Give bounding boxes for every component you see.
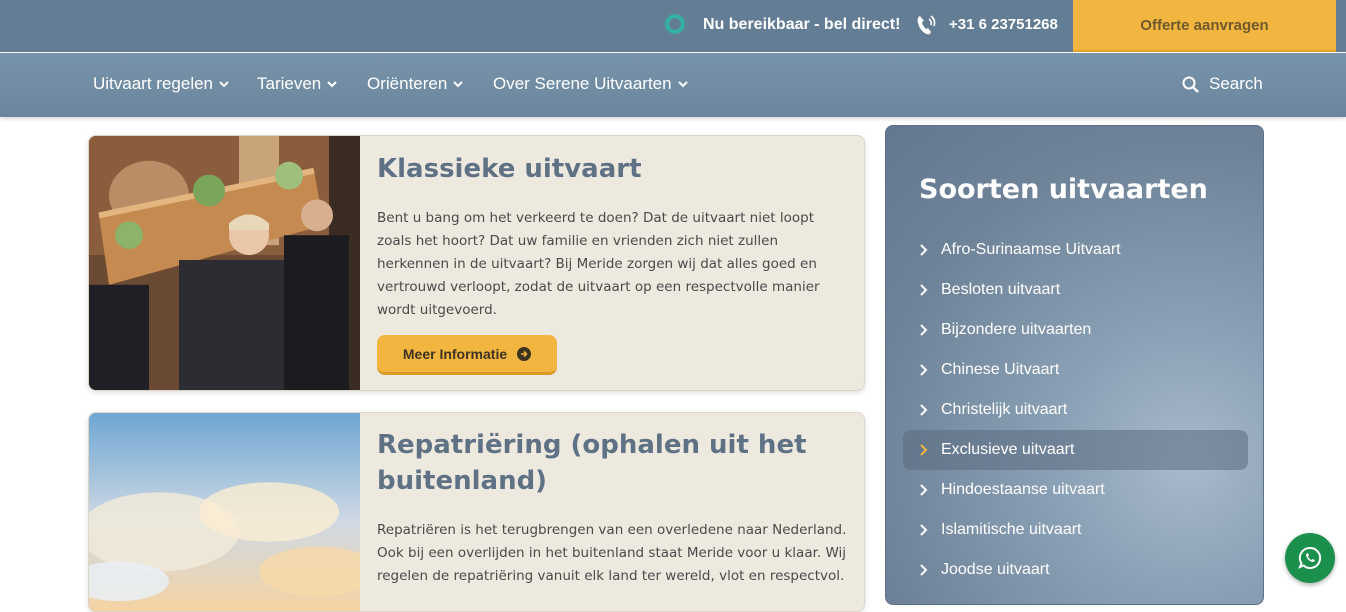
sidebar-item-besloten[interactable]: Besloten uitvaart: [903, 270, 1248, 310]
sidebar-item-islamitische[interactable]: Islamitische uitvaart: [903, 510, 1248, 550]
chevron-right-icon: [920, 404, 928, 416]
nav-item-label: Tarieven: [257, 74, 322, 93]
sky-photo: [89, 413, 360, 611]
nav-item-orienteren[interactable]: Oriënteren: [367, 74, 464, 94]
chevron-down-icon: [453, 81, 464, 88]
sidebar-list: Afro-Surinaamse Uitvaart Besloten uitvaa…: [903, 230, 1248, 590]
sidebar-item-label: Afro-Surinaamse Uitvaart: [941, 241, 1121, 258]
sidebar-item-label: Exclusieve uitvaart: [941, 441, 1075, 458]
sidebar-item-joodse[interactable]: Joodse uitvaart: [903, 550, 1248, 590]
nav-item-label: Over Serene Uitvaarten: [493, 74, 672, 93]
funeral-photo: [89, 136, 360, 390]
card-title-line-1: Repatriëring (ophalen uit het: [377, 430, 807, 460]
sidebar-item-label: Bijzondere uitvaarten: [941, 321, 1092, 338]
chevron-down-icon: [327, 81, 337, 88]
sidebar-item-label: Besloten uitvaart: [941, 281, 1061, 298]
sidebar-item-label: Chinese Uitvaart: [941, 361, 1060, 378]
search-label: Search: [1209, 74, 1263, 93]
sidebar-item-label: Joodse uitvaart: [941, 561, 1050, 578]
chevron-right-icon: [920, 324, 928, 336]
nav-item-label: Oriënteren: [367, 74, 448, 93]
availability-text: Nu bereikbaar - bel direct!: [703, 16, 901, 33]
top-bar: Nu bereikbaar - bel direct! +31 6 237512…: [0, 0, 1346, 52]
main-navigation: Uitvaart regelen Tarieven Oriënteren Ove…: [0, 53, 1346, 117]
arrow-right-circle-icon: [517, 346, 532, 361]
sidebar-title: Soorten uitvaarten: [919, 174, 1208, 205]
request-quote-button[interactable]: Offerte aanvragen: [1073, 0, 1336, 52]
chevron-right-icon: [920, 284, 928, 296]
sidebar-item-bijzondere[interactable]: Bijzondere uitvaarten: [903, 310, 1248, 350]
sidebar-item-hindoestaanse[interactable]: Hindoestaanse uitvaart: [903, 470, 1248, 510]
card-title: Klassieke uitvaart: [377, 154, 642, 184]
sidebar-item-label: Christelijk uitvaart: [941, 401, 1068, 418]
whatsapp-chat-button[interactable]: [1285, 533, 1335, 583]
sidebar-item-label: Islamitische uitvaart: [941, 521, 1082, 538]
more-info-button[interactable]: Meer Informatie: [377, 335, 557, 375]
service-card-klassieke: Klassieke uitvaart Bent u bang om het ve…: [88, 135, 865, 391]
card-description: Bent u bang om het verkeerd te doen? Dat…: [377, 210, 820, 318]
whatsapp-icon: [1298, 546, 1322, 569]
phone-number-link[interactable]: +31 6 23751268: [949, 16, 1058, 33]
sidebar-item-chinese[interactable]: Chinese Uitvaart: [903, 350, 1248, 390]
sidebar-item-afro-surinaamse[interactable]: Afro-Surinaamse Uitvaart: [903, 230, 1248, 270]
card-description: Repatriëren is het terugbrengen van een …: [377, 522, 847, 584]
sidebar-item-label: Hindoestaanse uitvaart: [941, 481, 1105, 498]
nav-item-tarieven[interactable]: Tarieven: [257, 74, 337, 94]
nav-item-uitvaart-regelen[interactable]: Uitvaart regelen: [93, 74, 229, 94]
phone-icon: [917, 15, 936, 35]
search-icon: [1182, 76, 1199, 93]
chevron-right-icon: [920, 484, 928, 496]
more-info-label: Meer Informatie: [402, 345, 508, 362]
search-button[interactable]: Search: [1182, 74, 1263, 94]
availability-status-icon: [666, 15, 684, 33]
chevron-right-icon: [920, 364, 928, 376]
chevron-right-icon: [920, 244, 928, 256]
chevron-right-icon: [920, 444, 928, 456]
card-title-line-2: buitenland): [377, 466, 548, 496]
chevron-right-icon: [920, 564, 928, 576]
sidebar-item-christelijk[interactable]: Christelijk uitvaart: [903, 390, 1248, 430]
chevron-down-icon: [677, 81, 688, 88]
chevron-down-icon: [219, 81, 229, 88]
sidebar-item-exclusieve[interactable]: Exclusieve uitvaart: [903, 430, 1248, 470]
nav-item-over-serene[interactable]: Over Serene Uitvaarten: [493, 74, 688, 94]
chevron-right-icon: [920, 524, 928, 536]
service-card-repatriering: Repatriëring (ophalen uit het buitenland…: [88, 412, 865, 612]
nav-item-label: Uitvaart regelen: [93, 74, 214, 93]
funeral-types-sidebar: Soorten uitvaarten Afro-Surinaamse Uitva…: [885, 125, 1264, 605]
